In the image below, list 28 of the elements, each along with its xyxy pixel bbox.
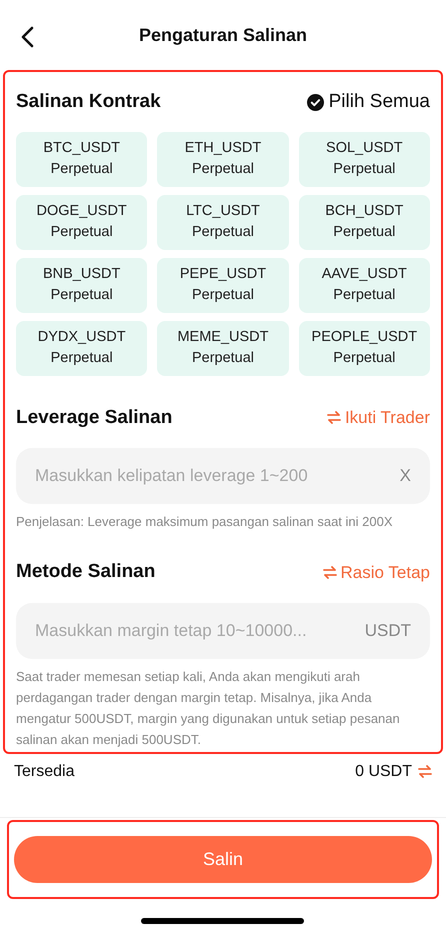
swap-icon: [326, 411, 341, 424]
contract-chip[interactable]: AAVE_USDT Perpetual: [298, 258, 430, 312]
contract-chip[interactable]: BNB_USDT Perpetual: [16, 258, 148, 312]
unit-label: X: [400, 465, 411, 487]
back-icon[interactable]: [20, 26, 34, 48]
section-title: Salinan Kontrak: [16, 90, 161, 114]
contract-chip[interactable]: DYDX_USDT Perpetual: [16, 320, 148, 376]
select-all-checkbox[interactable]: Pilih Semua: [306, 88, 430, 116]
swap-icon: [322, 566, 337, 579]
check-circle-icon: [306, 94, 324, 111]
available-label: Tersedia: [14, 762, 74, 782]
unit-label: USDT: [364, 620, 411, 642]
contract-chip[interactable]: PEOPLE_USDT Perpetual: [298, 320, 430, 376]
help-text: Saat trader memesan setiap kali, Anda akan mengikuti arah perdagangan trader dengan margin tetap. Misalnya, jika Anda mengatur 500USDT, margin yang digunakan untuk setiap pesanan salinan akan menjadi 500USDT.: [16, 668, 401, 749]
contract-chip[interactable]: BTC_USDT Perpetual: [16, 132, 148, 186]
contract-chip[interactable]: MEME_USDT Perpetual: [157, 320, 289, 376]
page-title: Pengaturan Salinan: [138, 24, 308, 47]
help-text: Penjelasan: Leverage maksimum pasangan salinan saat ini 200X: [16, 513, 394, 531]
contract-chip[interactable]: PEPE_USDT Perpetual: [157, 258, 289, 312]
contract-chip[interactable]: ETH_USDT Perpetual: [157, 132, 289, 186]
contract-chip[interactable]: LTC_USDT Perpetual: [157, 194, 289, 250]
available-balance: 0 USDT: [355, 762, 412, 782]
section-title: Leverage Salinan: [16, 406, 172, 430]
contract-chip[interactable]: BCH_USDT Perpetual: [298, 194, 430, 250]
contract-chip[interactable]: SOL_USDT Perpetual: [298, 132, 430, 186]
swap-icon: [418, 765, 432, 778]
section-title: Metode Salinan: [16, 560, 156, 584]
contract-chip[interactable]: DOGE_USDT Perpetual: [16, 194, 148, 250]
